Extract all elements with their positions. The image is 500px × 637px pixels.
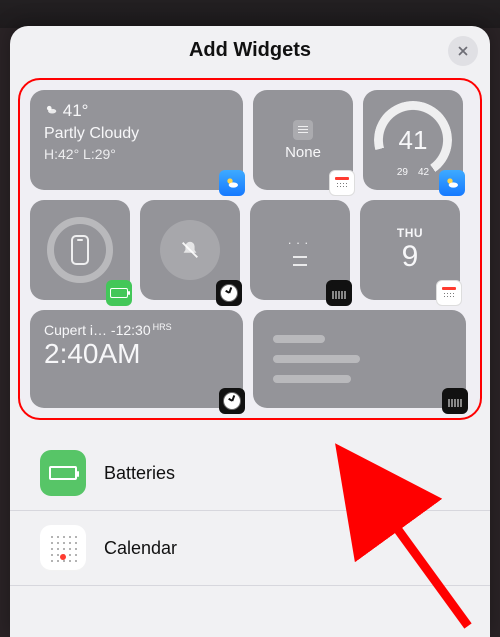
weather-app-badge: [219, 170, 245, 196]
clock-app-badge: [219, 388, 245, 414]
widget-app-list[interactable]: Batteries Calendar: [10, 432, 490, 586]
close-icon: [456, 44, 470, 58]
clock-app-badge: [216, 280, 242, 306]
widget-weather[interactable]: 41° Partly Cloudy H:42° L:29°: [30, 90, 243, 190]
widget-calendar-date[interactable]: THU 9: [360, 200, 460, 300]
clock-city: Cupert i…: [44, 322, 107, 338]
stocks-bar-icon: [273, 375, 351, 383]
sheet-header: Add Widgets: [10, 26, 490, 74]
list-item-calendar[interactable]: Calendar: [10, 511, 490, 586]
batteries-app-badge: [106, 280, 132, 306]
widget-weather-gauge[interactable]: 41 29 42: [363, 90, 463, 190]
widget-grid: 41° Partly Cloudy H:42° L:29° None: [30, 90, 470, 408]
stocks-app-badge: [326, 280, 352, 306]
weather-hilow: H:42° L:29°: [44, 145, 229, 164]
phone-icon: [71, 235, 89, 265]
stocks-bar-icon: [273, 355, 360, 363]
calendar-app-icon: [440, 285, 458, 301]
list-item-batteries[interactable]: Batteries: [10, 436, 490, 511]
calendar-app-badge: [436, 280, 462, 306]
calendar-app-icon: [40, 525, 86, 571]
gauge-high: 42: [418, 167, 429, 178]
calendar-daynum: 9: [402, 240, 419, 274]
calendar-empty-label: None: [285, 144, 321, 161]
list-item-label: Calendar: [104, 538, 177, 559]
widget-stocks-large[interactable]: [253, 310, 466, 408]
close-button[interactable]: [448, 36, 478, 66]
battery-icon: [110, 288, 128, 298]
widget-stocks-small[interactable]: ···: [250, 200, 350, 300]
clock-app-icon: [223, 392, 241, 410]
list-item-label: Batteries: [104, 463, 175, 484]
bell-slash-icon: [179, 239, 201, 261]
add-widgets-sheet: Add Widgets 41° Partly Cloudy: [10, 26, 490, 637]
weather-condition: Partly Cloudy: [44, 123, 229, 145]
clock-offset: -12:30: [111, 322, 151, 338]
battery-icon: [49, 466, 77, 480]
gauge-value: 41: [399, 125, 428, 156]
clock-app-icon: [220, 284, 238, 302]
sheet-title: Add Widgets: [189, 39, 311, 62]
battery-ring-icon: [47, 217, 113, 283]
calendar-empty-icon: [293, 120, 313, 140]
stocks-app-badge: [442, 388, 468, 414]
clock-offset-unit: HRS: [153, 322, 172, 332]
calendar-app-badge: [329, 170, 355, 196]
widget-world-clock[interactable]: Cupert i… -12:30HRS 2:40AM: [30, 310, 243, 408]
weather-partly-cloudy-icon: [44, 103, 58, 117]
weather-app-badge: [439, 170, 465, 196]
widget-calendar-empty[interactable]: None: [253, 90, 353, 190]
stocks-placeholder-icon: ···: [288, 235, 313, 250]
weather-app-icon: [444, 175, 460, 191]
calendar-app-icon: [333, 175, 351, 191]
stocks-app-icon: [330, 284, 348, 302]
calendar-dow: THU: [397, 226, 423, 240]
weather-app-icon: [224, 175, 240, 191]
weather-temp: 41°: [63, 101, 89, 120]
stocks-app-icon: [446, 392, 464, 410]
clock-time: 2:40AM: [44, 338, 229, 370]
featured-widgets-section: 41° Partly Cloudy H:42° L:29° None: [18, 78, 482, 420]
batteries-app-icon: [40, 450, 86, 496]
widget-batteries[interactable]: [30, 200, 130, 300]
stocks-bar-icon: [273, 335, 325, 343]
widget-clock-alarm[interactable]: [140, 200, 240, 300]
device-status-bar: [0, 0, 500, 28]
gauge-low: 29: [397, 167, 408, 178]
